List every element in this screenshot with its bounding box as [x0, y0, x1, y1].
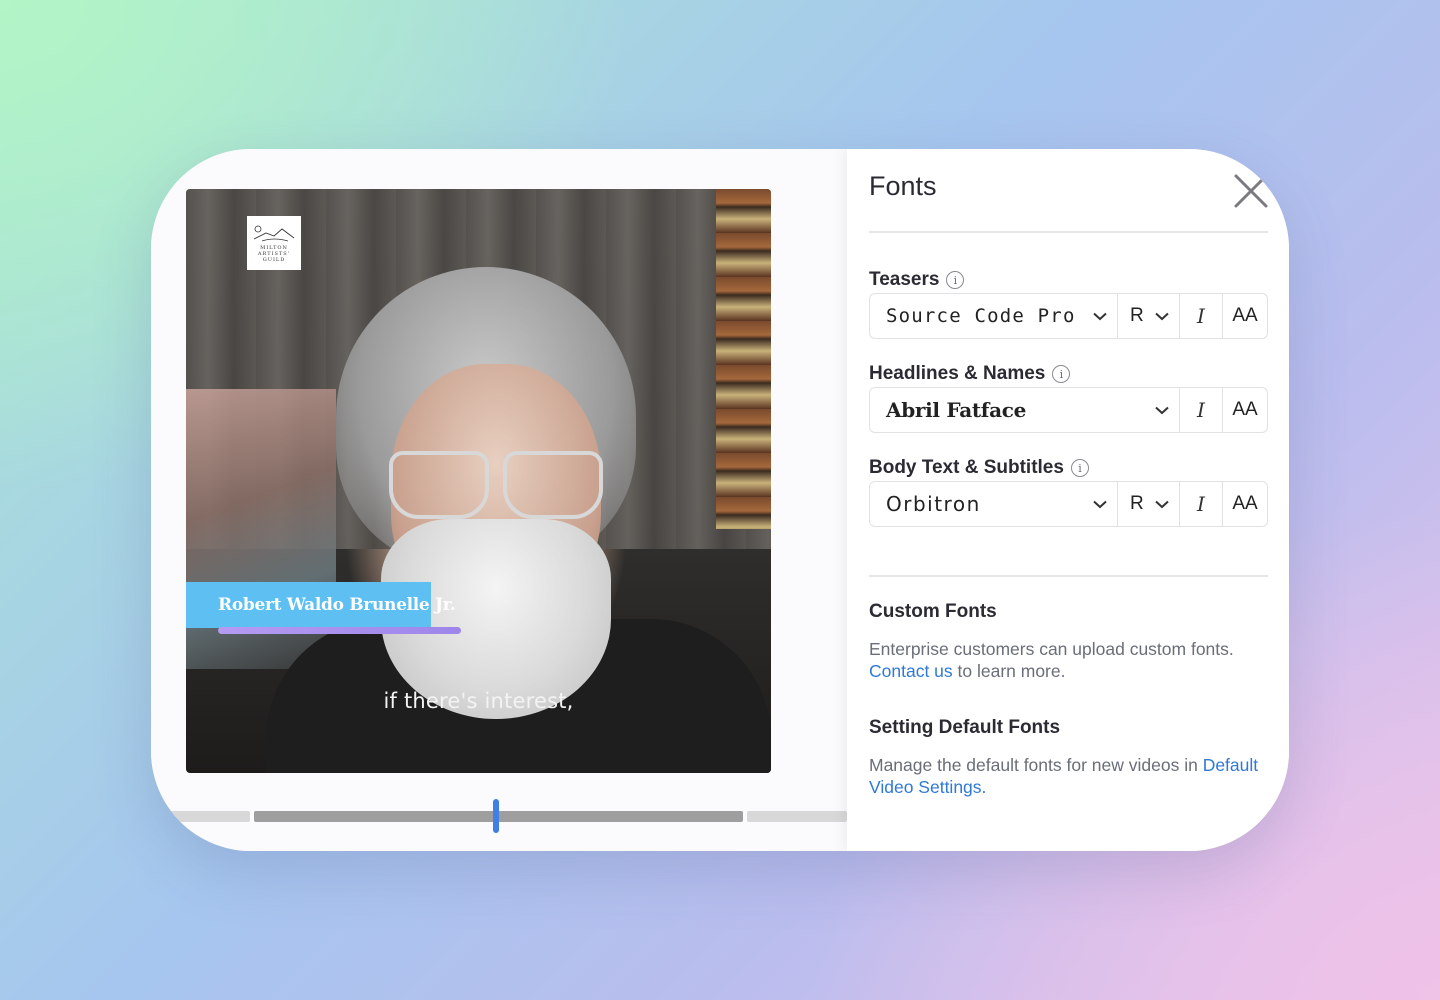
close-button[interactable]: [1233, 173, 1269, 209]
divider-middle: [869, 575, 1268, 577]
headlines-label: Headlines & Names i: [869, 363, 1071, 385]
chevron-down-icon: [1093, 312, 1107, 320]
name-overlay-text[interactable]: Robert Waldo Brunelle Jr.: [218, 595, 456, 615]
default-fonts-text-before: Manage the default fonts for new videos …: [869, 755, 1203, 775]
headlines-font-row: Abril Fatface I AA: [869, 387, 1268, 433]
teasers-label: Teasers i: [869, 269, 965, 291]
body-weight-select[interactable]: R: [1118, 482, 1180, 526]
background-bookshelf: [716, 189, 771, 529]
teasers-caps-button[interactable]: AA: [1223, 294, 1267, 338]
body-label: Body Text & Subtitles i: [869, 457, 1089, 479]
teasers-font-value: Source Code Pro: [886, 305, 1076, 327]
divider-top: [869, 231, 1268, 233]
logo-text: MILTON ARTISTS' GUILD: [257, 245, 291, 263]
custom-fonts-text-before: Enterprise customers can upload custom f…: [869, 639, 1234, 659]
body-caps-button[interactable]: AA: [1223, 482, 1267, 526]
info-icon[interactable]: i: [946, 271, 965, 289]
app-card: MILTON ARTISTS' GUILD Robert Waldo Brune…: [151, 149, 1289, 851]
contact-us-link[interactable]: Contact us: [869, 661, 953, 681]
chevron-down-icon: [1155, 312, 1169, 320]
chevron-down-icon: [1093, 500, 1107, 508]
headlines-caps-button[interactable]: AA: [1223, 388, 1267, 432]
person-glasses: [381, 451, 611, 521]
playhead-handle[interactable]: [493, 799, 499, 833]
close-icon: [1234, 174, 1268, 208]
panel-title: Fonts: [869, 171, 937, 201]
body-weight-value: R: [1130, 493, 1144, 514]
timeline[interactable]: [151, 811, 847, 823]
custom-fonts-heading: Custom Fonts: [869, 601, 997, 622]
headlines-font-select[interactable]: Abril Fatface: [870, 388, 1180, 432]
body-font-row: Orbitron R I AA: [869, 481, 1268, 527]
teasers-weight-select[interactable]: R: [1118, 294, 1180, 338]
name-overlay-underline: [218, 627, 461, 634]
headlines-font-value: Abril Fatface: [886, 398, 1027, 422]
teasers-font-select[interactable]: Source Code Pro: [870, 294, 1118, 338]
body-font-value: Orbitron: [886, 492, 981, 516]
timeline-clip-previous[interactable]: [161, 811, 250, 822]
default-fonts-text-after: .: [981, 777, 987, 797]
body-italic-button[interactable]: I: [1180, 482, 1223, 526]
custom-fonts-text-after: to learn more.: [952, 661, 1066, 681]
default-fonts-heading: Setting Default Fonts: [869, 717, 1061, 738]
fonts-panel: Fonts Teasers i Source Code Pro R I AA H…: [847, 149, 1289, 851]
default-fonts-text: Manage the default fonts for new videos …: [869, 754, 1268, 798]
teasers-weight-value: R: [1130, 305, 1144, 326]
guild-logo: MILTON ARTISTS' GUILD: [247, 216, 301, 270]
body-label-text: Body Text & Subtitles: [869, 457, 1064, 478]
chevron-down-icon: [1155, 500, 1169, 508]
subtitle-text[interactable]: if there's interest,: [186, 689, 771, 713]
info-icon[interactable]: i: [1070, 459, 1089, 477]
teasers-font-row: Source Code Pro R I AA: [869, 293, 1268, 339]
headlines-italic-button[interactable]: I: [1180, 388, 1223, 432]
video-preview[interactable]: MILTON ARTISTS' GUILD Robert Waldo Brune…: [186, 189, 771, 773]
timeline-clip-next[interactable]: [747, 811, 847, 822]
headlines-label-text: Headlines & Names: [869, 363, 1046, 384]
teasers-italic-button[interactable]: I: [1180, 294, 1223, 338]
video-editor: MILTON ARTISTS' GUILD Robert Waldo Brune…: [151, 149, 847, 851]
mountain-logo-icon: [253, 225, 295, 242]
chevron-down-icon: [1155, 406, 1169, 414]
body-font-select[interactable]: Orbitron: [870, 482, 1118, 526]
teasers-label-text: Teasers: [869, 269, 940, 290]
info-icon[interactable]: i: [1052, 365, 1071, 383]
custom-fonts-text: Enterprise customers can upload custom f…: [869, 638, 1268, 682]
